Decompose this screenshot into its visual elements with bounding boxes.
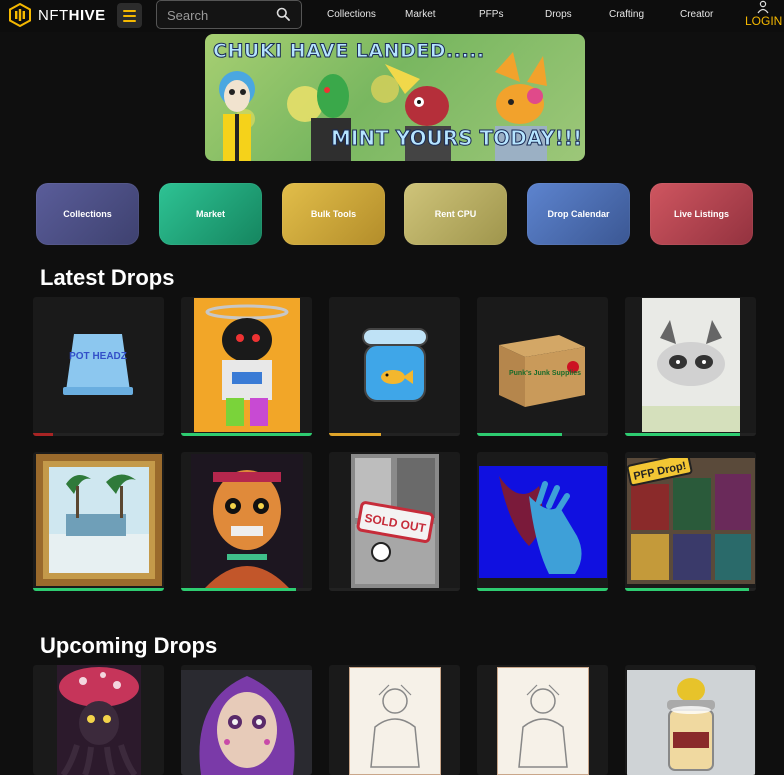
upcoming-card-3[interactable] <box>329 665 460 775</box>
banner-headline: CHUKI HAVE LANDED..... <box>213 40 485 63</box>
pfp-drop-collage-icon: PFP Drop! <box>627 458 755 584</box>
nav-link-market[interactable]: Market <box>405 9 436 20</box>
quick-button-label: Live Listings <box>673 209 729 219</box>
search-input[interactable] <box>157 1 279 30</box>
quick-button-bulk-tools[interactable]: Bulk Tools <box>282 183 385 245</box>
menu-line <box>123 14 136 17</box>
search-icon[interactable] <box>276 7 290 21</box>
box-label: Punk's Junk Supplies <box>509 370 581 377</box>
drop-progress-bar <box>181 588 297 591</box>
quick-button-label: Bulk Tools <box>310 209 357 219</box>
quick-button-label: Collections <box>63 209 112 219</box>
drop-card-6[interactable] <box>33 452 164 591</box>
hooded-character-icon <box>194 298 300 432</box>
quick-button-label: Rent CPU <box>434 209 477 219</box>
quick-button-live-listings[interactable]: Live Listings <box>650 183 753 245</box>
raccoon-sketch-icon <box>642 298 740 432</box>
drop-card-7[interactable] <box>181 452 312 591</box>
drop-card-8[interactable]: SOLD OUT <box>329 452 460 591</box>
drop-progress-track <box>33 433 164 436</box>
quick-button-collections[interactable]: Collections <box>36 183 139 245</box>
banner-subline: MINT YOURS TODAY!!! <box>330 126 583 151</box>
cardboard-box-icon: Punk's Junk Supplies <box>499 335 585 407</box>
upcoming-card-4[interactable] <box>477 665 608 775</box>
drop-progress-bar <box>477 433 563 436</box>
drop-progress-bar <box>477 588 608 591</box>
sold-out-comic-icon: SOLD OUT <box>351 454 439 588</box>
drop-progress-bar <box>625 588 750 591</box>
drop-card-9[interactable] <box>477 452 608 591</box>
brand-name: NFTHIVE <box>38 7 106 24</box>
login-label: LOGIN <box>745 14 783 28</box>
menu-line <box>123 9 136 12</box>
brand-logo[interactable]: NFTHIVE <box>8 3 106 27</box>
upcoming-card-5[interactable] <box>625 665 756 775</box>
drop-card-10[interactable]: PFP Drop! <box>625 452 756 591</box>
drop-progress-track <box>625 588 756 591</box>
hand-silhouette-icon <box>479 466 607 578</box>
search-box <box>156 0 302 30</box>
upcoming-card-2[interactable] <box>181 665 312 775</box>
fish-jar-icon <box>362 328 428 402</box>
drop-progress-bar <box>181 433 312 436</box>
latest-drops-title: Latest Drops <box>40 265 175 290</box>
quick-button-label: Drop Calendar <box>547 209 610 219</box>
drop-progress-track <box>329 433 460 436</box>
drop-card-5[interactable] <box>625 297 756 436</box>
drop-card-4[interactable]: Punk's Junk Supplies <box>477 297 608 436</box>
drop-progress-bar <box>329 433 382 436</box>
drop-progress-track <box>477 588 608 591</box>
upcoming-card-1[interactable] <box>33 665 164 775</box>
nav-link-collections[interactable]: Collections <box>327 9 376 20</box>
hive-logo-icon <box>9 3 31 27</box>
upcoming-drops-title: Upcoming Drops <box>40 633 218 658</box>
pot-headz-label: POT HEADZ <box>69 351 127 362</box>
promo-banner[interactable]: CHUKI HAVE LANDED..... MINT YOURS TODAY!… <box>205 34 585 161</box>
pot-headz-bucket-icon: POT HEADZ <box>63 334 133 395</box>
quick-button-label: Market <box>195 209 225 219</box>
login-button[interactable]: LOGIN <box>745 0 783 28</box>
nav-link-creator[interactable]: Creator <box>680 9 713 20</box>
pencil-sketch-warrior-icon <box>349 667 441 775</box>
drop-progress-track <box>33 588 164 591</box>
drop-card-2[interactable] <box>181 297 312 436</box>
top-nav: NFTHIVE Collections Market PFPs Drops Cr… <box>0 0 784 32</box>
drop-progress-bar <box>33 433 53 436</box>
nav-link-drops[interactable]: Drops <box>545 9 572 20</box>
drop-progress-track <box>625 433 756 436</box>
drop-progress-track <box>181 588 312 591</box>
drop-progress-bar <box>33 588 164 591</box>
nav-link-crafting[interactable]: Crafting <box>609 9 644 20</box>
drop-card-1[interactable]: POT HEADZ <box>33 297 164 436</box>
sugar-skull-woman-icon <box>181 670 312 775</box>
brand-name-light: NFT <box>38 6 69 24</box>
quick-button-rent-cpu[interactable]: Rent CPU <box>404 183 507 245</box>
brand-name-bold: HIVE <box>68 6 106 24</box>
menu-line <box>123 19 136 22</box>
drop-progress-track <box>477 433 608 436</box>
nav-link-pfps[interactable]: PFPs <box>479 9 503 20</box>
mushroom-creature-icon <box>57 665 141 775</box>
quick-button-market[interactable]: Market <box>159 183 262 245</box>
drop-card-3[interactable] <box>329 297 460 436</box>
zombie-portrait-icon <box>191 454 303 588</box>
drop-progress-track <box>329 588 460 591</box>
pencil-sketch-warrior-icon <box>497 667 589 775</box>
drop-progress-track <box>181 433 312 436</box>
potion-jar-icon <box>627 670 755 775</box>
drop-progress-bar <box>625 433 741 436</box>
framed-beach-painting-icon <box>36 454 162 586</box>
quick-button-drop-calendar[interactable]: Drop Calendar <box>527 183 630 245</box>
hamburger-menu-button[interactable] <box>117 3 142 28</box>
user-icon <box>757 0 769 14</box>
